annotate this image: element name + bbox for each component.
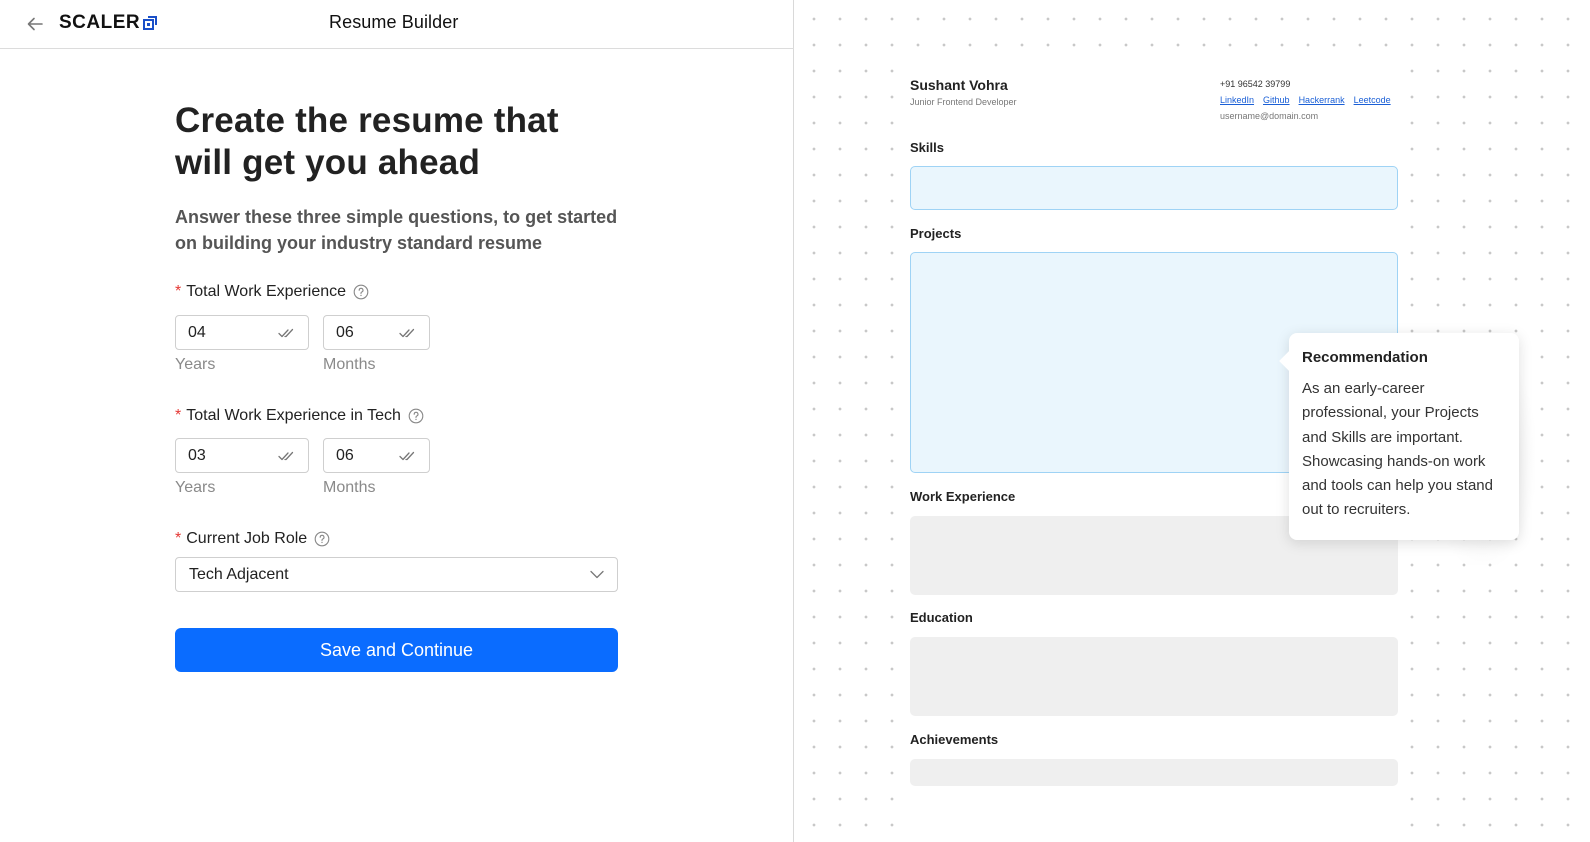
tech-years-label: Years (175, 479, 216, 496)
section-title-achievements: Achievements (910, 732, 999, 747)
achievements-placeholder (910, 759, 1398, 786)
double-check-icon (278, 451, 294, 460)
resume-link-github[interactable]: Github (1263, 95, 1290, 105)
education-placeholder (910, 637, 1398, 716)
work-months-label: Months (323, 356, 376, 373)
tech-experience-label: * Total Work Experience in Tech (175, 407, 424, 425)
resume-links: LinkedIn Github Hackerrank Leetcode (1220, 95, 1391, 105)
resume-link-linkedin[interactable]: LinkedIn (1220, 95, 1254, 105)
work-months-input[interactable]: 06 (323, 315, 430, 350)
required-mark: * (175, 283, 182, 300)
help-circle-icon[interactable] (408, 408, 424, 424)
job-role-select[interactable]: Tech Adjacent (175, 557, 618, 592)
recommendation-title: Recommendation (1302, 349, 1428, 366)
job-role-label: * Current Job Role (175, 530, 330, 548)
form-pane: SCALER Resume Builder Create the resume … (0, 0, 794, 842)
recommendation-tooltip: Recommendation As an early-career profes… (1289, 333, 1519, 540)
section-title-work-experience: Work Experience (910, 489, 1016, 504)
section-title-projects: Projects (910, 226, 962, 241)
work-experience-label-text: Total Work Experience (186, 283, 347, 300)
resume-link-leetcode[interactable]: Leetcode (1354, 95, 1391, 105)
back-arrow-icon[interactable] (24, 13, 46, 35)
section-title-education: Education (910, 610, 973, 625)
work-years-value: 04 (188, 323, 206, 341)
tech-months-label: Months (323, 479, 376, 496)
help-circle-icon[interactable] (314, 531, 330, 547)
skills-placeholder (910, 166, 1398, 210)
tech-years-input[interactable]: 03 (175, 438, 309, 473)
help-circle-icon[interactable] (353, 284, 369, 300)
chevron-down-icon (590, 570, 604, 579)
recommendation-body: As an early-career professional, your Pr… (1302, 380, 1493, 519)
headline: Create the resume that will get you ahea… (175, 101, 559, 182)
logo-mark-icon (143, 16, 158, 30)
resume-name: Sushant Vohra (910, 77, 1008, 93)
page-title: Resume Builder (329, 12, 459, 32)
top-bar: SCALER Resume Builder (0, 0, 794, 49)
resume-email: username@domain.com (1220, 111, 1319, 121)
work-years-label: Years (175, 356, 216, 373)
tech-years-value: 03 (188, 446, 206, 464)
required-mark: * (175, 530, 182, 547)
tech-months-input[interactable]: 06 (323, 438, 430, 473)
work-experience-label: * Total Work Experience (175, 283, 369, 301)
subtitle: Answer these three simple questions, to … (175, 207, 618, 253)
resume-phone: +91 96542 39799 (1220, 79, 1291, 89)
work-years-input[interactable]: 04 (175, 315, 309, 350)
tech-months-value: 06 (336, 446, 354, 464)
work-months-value: 06 (336, 323, 354, 341)
tech-experience-label-text: Total Work Experience in Tech (186, 407, 401, 424)
logo-text: SCALER (59, 12, 141, 33)
scaler-logo[interactable]: SCALER (59, 12, 158, 34)
resume-role: Junior Frontend Developer (910, 97, 1017, 107)
intro: Create the resume that will get you ahea… (175, 100, 620, 256)
double-check-icon (399, 328, 415, 337)
job-role-label-text: Current Job Role (186, 530, 308, 547)
double-check-icon (399, 451, 415, 460)
resume-link-hackerrank[interactable]: Hackerrank (1299, 95, 1345, 105)
section-title-skills: Skills (910, 140, 944, 155)
required-mark: * (175, 407, 182, 424)
double-check-icon (278, 328, 294, 337)
save-and-continue-button[interactable]: Save and Continue (175, 628, 618, 672)
job-role-selected: Tech Adjacent (189, 565, 289, 583)
